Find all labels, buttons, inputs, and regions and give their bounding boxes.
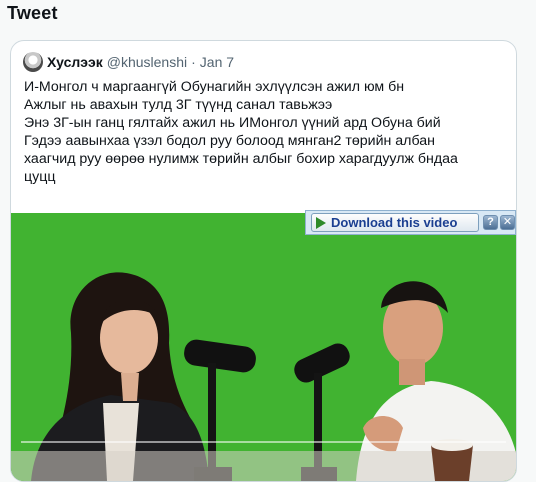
play-arrow-icon xyxy=(316,216,326,229)
avatar[interactable] xyxy=(23,52,43,72)
tweet-card[interactable]: Хуслээк @khuslenshi · Jan 7 И-Монгол ч м… xyxy=(10,40,517,482)
download-video-button[interactable]: Download this video xyxy=(311,213,479,232)
author-name[interactable]: Хуслээк xyxy=(47,54,103,70)
tweet-header: Хуслээк @khuslenshi · Jan 7 xyxy=(23,51,234,73)
tweet-text-line: Энэ 3Г-ын ганц гялтайх ажил нь ИМонгол ү… xyxy=(24,115,441,131)
close-icon[interactable]: ✕ xyxy=(500,215,515,230)
coffee-cup-rim xyxy=(431,439,473,451)
video-frame xyxy=(11,213,516,481)
tweet-text-line: хаагчид руу өөрөө нулимж төрийн албыг бо… xyxy=(24,151,458,167)
tweet-text-line: Гэдээ аавынхаа үзэл бодол руу болоод мян… xyxy=(24,133,435,149)
download-label: Download this video xyxy=(331,215,458,230)
download-toolbar: Download this video ? ✕ xyxy=(305,210,516,235)
tweet-text-line: И-Монгол ч маргаангүй Обунагийн эхлүүлсэ… xyxy=(24,79,405,95)
author-handle[interactable]: @khuslenshi xyxy=(107,54,187,70)
video-progress-track[interactable] xyxy=(21,441,506,443)
tweet-date[interactable]: Jan 7 xyxy=(200,54,234,70)
page-heading: Tweet xyxy=(7,3,58,23)
tweet-text-line: Ажлыг нь авахын тулд 3Г түүнд санал тавь… xyxy=(24,97,333,113)
tweet-text-line: цуцц xyxy=(24,169,56,185)
tweet-text: И-Монгол ч маргаангүй Обунагийн эхлүүлсэ… xyxy=(24,78,509,186)
help-icon[interactable]: ? xyxy=(483,215,498,230)
video-player[interactable] xyxy=(11,213,516,481)
separator-dot: · xyxy=(191,54,196,70)
